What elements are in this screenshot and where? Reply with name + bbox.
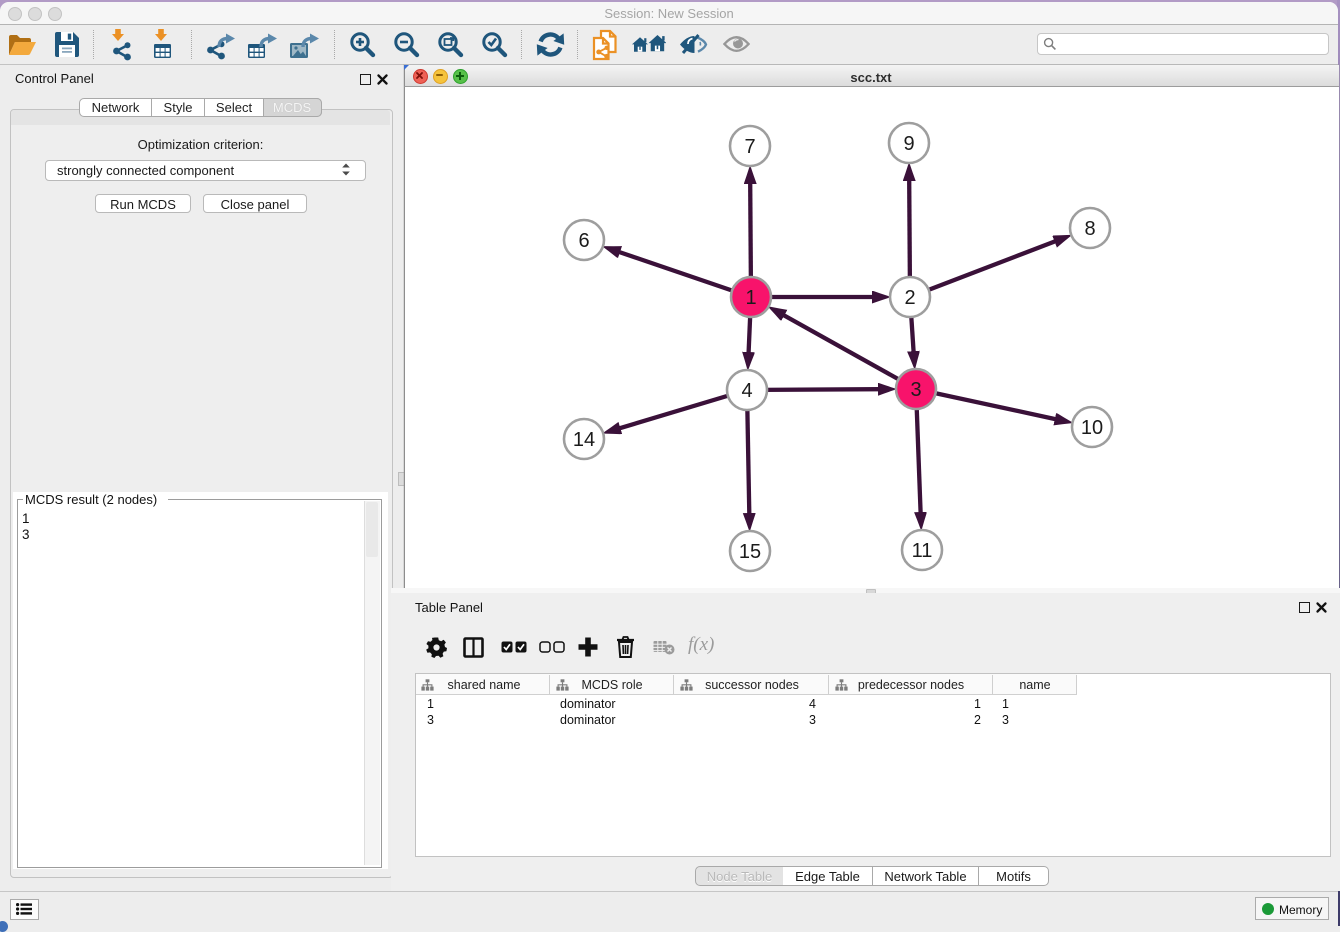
- svg-text:2: 2: [904, 287, 915, 309]
- svg-text:4: 4: [741, 380, 752, 402]
- svg-text:14: 14: [573, 429, 595, 451]
- svg-text:7: 7: [744, 136, 755, 158]
- svg-text:8: 8: [1084, 218, 1095, 240]
- svg-text:1: 1: [745, 287, 756, 309]
- svg-text:15: 15: [739, 541, 761, 563]
- svg-text:10: 10: [1081, 417, 1103, 439]
- svg-text:3: 3: [910, 379, 921, 401]
- svg-text:11: 11: [912, 540, 933, 562]
- svg-text:9: 9: [903, 133, 914, 155]
- svg-text:6: 6: [578, 230, 589, 252]
